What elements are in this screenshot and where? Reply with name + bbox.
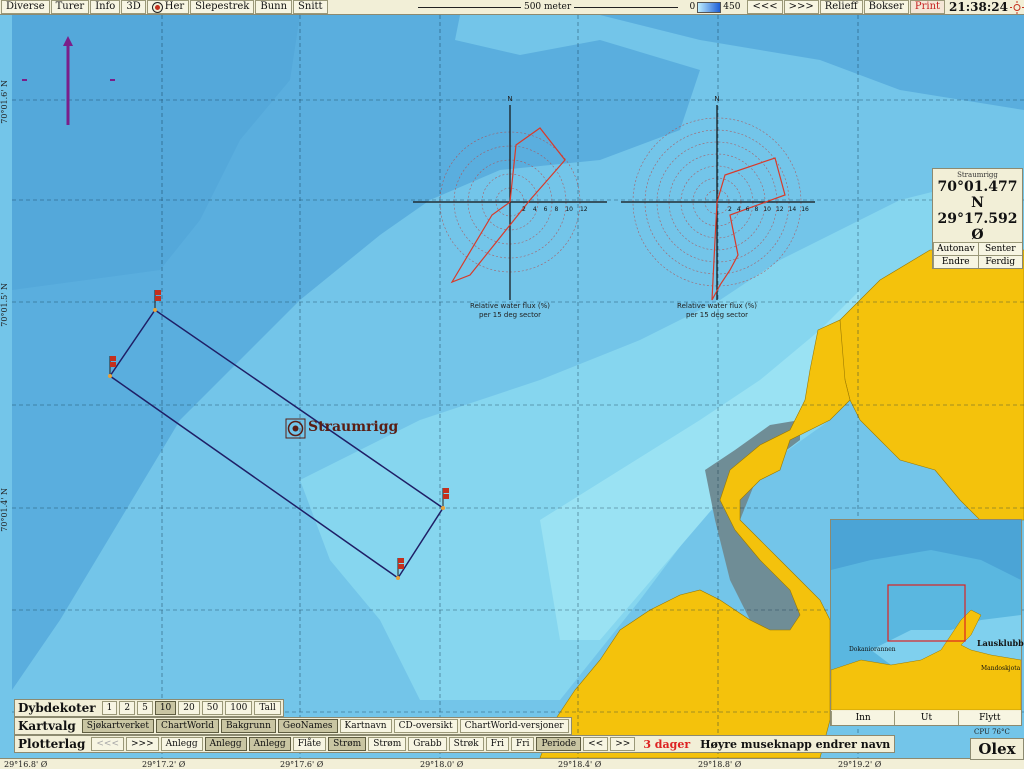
overview-label: Lausklubb	[977, 638, 1024, 648]
overview-map[interactable]: Lausklubb Dokaniorannen Mandoskjota Inn …	[830, 519, 1024, 726]
rose2-north: N	[714, 95, 720, 103]
rig-name-label: Straumrigg	[308, 419, 399, 435]
bokser-button[interactable]: Bokser	[863, 0, 909, 14]
menu-3d[interactable]: 3D	[121, 0, 146, 14]
lat-label: 70°01.4' N	[0, 488, 9, 532]
chart-source-option[interactable]: Bakgrunn	[220, 719, 276, 733]
target-icon	[151, 1, 163, 13]
bottom-coordinate-bar: 29°16.8' Ø 29°17.2' Ø 29°17.6' Ø 29°18.0…	[0, 758, 1024, 769]
menu-turer[interactable]: Turer	[50, 0, 90, 14]
depth-contour-option[interactable]: 1	[101, 701, 118, 715]
rose1-ticks: 2 4 6 8 10 12	[522, 206, 588, 213]
depth-contour-option[interactable]: Tall	[254, 701, 281, 715]
move-button[interactable]: Flytt	[957, 711, 1021, 725]
plotter-layer[interactable]: Strøm	[328, 737, 367, 751]
overview-canvas[interactable]	[830, 520, 1022, 711]
menu-bunn[interactable]: Bunn	[255, 0, 293, 14]
rename-hint: Høyre museknapp endrer navn	[700, 737, 891, 751]
her-label: Her	[164, 1, 185, 12]
chart-source-option[interactable]: ChartWorld-versjoner	[459, 719, 569, 733]
depth-contour-option[interactable]: 50	[201, 701, 224, 715]
scale-label: 500 meter	[523, 2, 572, 12]
plotterlag-prev[interactable]: <<<	[91, 737, 124, 751]
chart-source-option[interactable]: GeoNames	[277, 719, 338, 733]
period-warning: 3 dager	[643, 737, 691, 751]
rose2-ticks: 2 4 6 8 10 12 14 16	[728, 206, 809, 213]
scale-bar: 500 meter	[417, 2, 678, 12]
rose1-caption: Relative water flux (%) per 15 deg sector	[470, 302, 550, 319]
cpu-temp: CPU 76°C	[974, 728, 1010, 736]
plotter-layer[interactable]: Grabb	[408, 737, 447, 751]
chart-source-option[interactable]: CD-oversikt	[393, 719, 458, 733]
depth-min: 0	[689, 2, 696, 12]
plotter-layer[interactable]: Fri	[485, 737, 510, 751]
zoom-out-button[interactable]: Ut	[894, 711, 958, 725]
plotter-layer[interactable]: Flåte	[292, 737, 327, 751]
position-lat: 70°01.477 N	[937, 179, 1018, 211]
depth-contour-option[interactable]: 20	[178, 701, 200, 715]
nav-prev[interactable]: <<<	[747, 0, 783, 14]
position-name: Straumrigg	[957, 171, 998, 179]
ferdig-button[interactable]: Ferdig	[977, 255, 1022, 268]
menu-snitt[interactable]: Snitt	[293, 0, 328, 14]
depth-max: 450	[723, 2, 741, 12]
endre-button[interactable]: Endre	[933, 255, 978, 268]
overview-label: Dokaniorannen	[849, 646, 896, 653]
relief-button[interactable]: Relieff	[819, 0, 863, 14]
plotterlag-row: Plotterlag <<< >>> Anlegg Anlegg Anlegg …	[14, 735, 896, 753]
dybdekoter-row: Dybdekoter 1 2 5 10 20 50 100 Tall	[14, 699, 284, 717]
top-toolbar: Diverse Turer Info 3D Her Slepestrek Bun…	[0, 0, 1024, 15]
her-button[interactable]: Her	[146, 0, 190, 14]
depth-contour-option[interactable]: 100	[225, 701, 253, 715]
kartvalg-label: Kartvalg	[18, 719, 76, 733]
position-lon: 29°17.592 Ø	[937, 211, 1018, 243]
autonav-button[interactable]: Autonav	[933, 242, 978, 255]
lat-label: 70°01.6' N	[0, 80, 9, 124]
period-next[interactable]: >>	[610, 737, 636, 751]
rose2-caption: Relative water flux (%) per 15 deg sector	[677, 302, 757, 319]
menu-diverse[interactable]: Diverse	[1, 0, 50, 14]
chart-source-option[interactable]: ChartWorld	[156, 719, 219, 733]
sun-icon	[1010, 0, 1024, 14]
rose1-north: N	[507, 95, 513, 103]
olex-logo: Olex	[970, 738, 1024, 760]
period-prev[interactable]: <<	[583, 737, 609, 751]
plotter-layer[interactable]: Anlegg	[204, 737, 247, 751]
kartvalg-row: Kartvalg Sjøkartverket ChartWorld Bakgru…	[14, 717, 572, 735]
depth-contour-option[interactable]: 5	[137, 701, 153, 715]
plotter-layer[interactable]: Fri	[511, 737, 535, 751]
lat-label: 70°01.5' N	[0, 283, 9, 327]
periode-button[interactable]: Periode	[536, 737, 582, 751]
plotter-layer[interactable]: Strøk	[448, 737, 484, 751]
plotter-layer[interactable]: Anlegg	[248, 737, 291, 751]
depth-contour-option[interactable]: 10	[154, 701, 177, 715]
chart-source-option[interactable]: Sjøkartverket	[81, 719, 155, 733]
depth-contour-option[interactable]: 2	[119, 701, 136, 715]
depth-legend	[697, 1, 722, 13]
menu-info[interactable]: Info	[90, 0, 121, 14]
dybdekoter-label: Dybdekoter	[18, 701, 96, 715]
position-panel: Straumrigg 70°01.477 N 29°17.592 Ø Auton…	[932, 168, 1023, 269]
nav-next[interactable]: >>>	[783, 0, 819, 14]
plotter-layer[interactable]: Strøm	[368, 737, 407, 751]
zoom-in-button[interactable]: Inn	[831, 711, 895, 725]
senter-button[interactable]: Senter	[977, 242, 1022, 255]
plotterlag-label: Plotterlag	[18, 737, 86, 751]
menu-slepestrek[interactable]: Slepestrek	[190, 0, 255, 14]
plotterlag-next[interactable]: >>>	[125, 737, 159, 751]
clock: 21:38:24	[949, 0, 1008, 14]
chart-source-option[interactable]: Kartnavn	[339, 719, 392, 733]
plotter-layer[interactable]: Anlegg	[160, 737, 203, 751]
print-button[interactable]: Print	[909, 0, 946, 14]
overview-label: Mandoskjota	[981, 665, 1021, 672]
